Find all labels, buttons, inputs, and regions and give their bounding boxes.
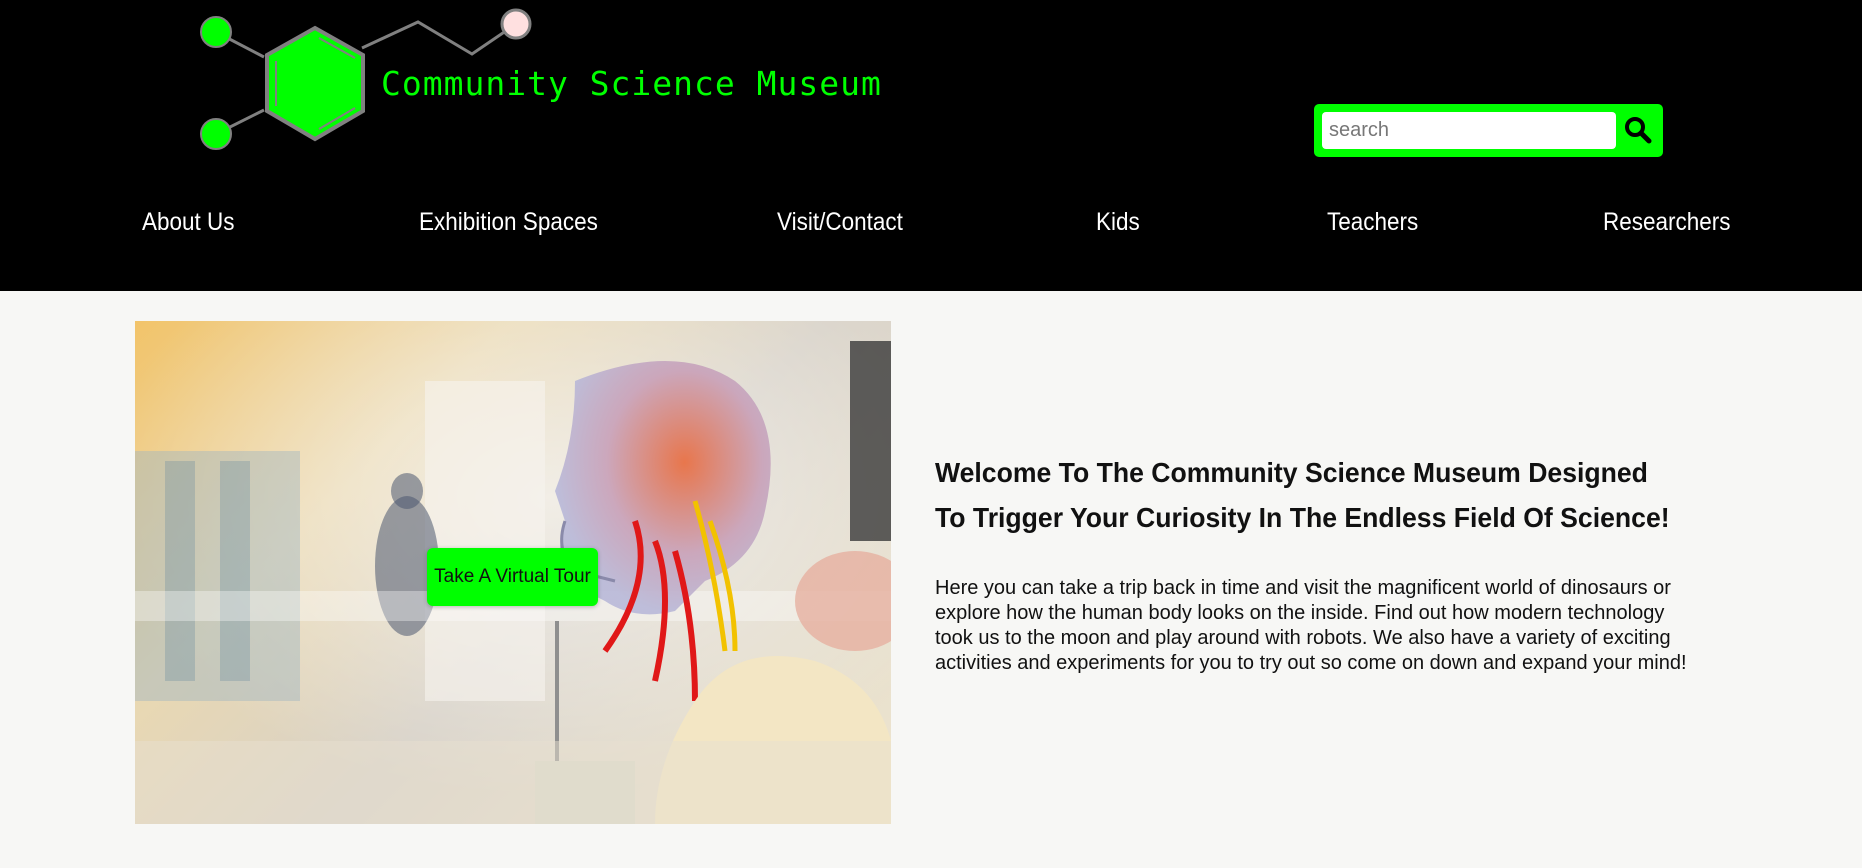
intro-text: Here you can take a trip back in time an… xyxy=(935,577,1687,674)
nav-item-exhibition-spaces[interactable]: Exhibition Spaces xyxy=(419,208,598,237)
site-title: Community Science Museum xyxy=(381,64,882,103)
search-bar xyxy=(1314,104,1663,157)
search-input[interactable] xyxy=(1322,112,1616,149)
nav-item-teachers[interactable]: Teachers xyxy=(1327,208,1418,237)
search-icon xyxy=(1625,117,1652,144)
nav-item-visit-contact[interactable]: Visit/Contact xyxy=(777,208,903,237)
site-logo[interactable]: Community Science Museum xyxy=(190,0,950,160)
virtual-tour-button[interactable]: Take A Virtual Tour xyxy=(427,548,598,606)
main-nav: About Us Exhibition Spaces Visit/Contact… xyxy=(0,196,1862,254)
nav-item-about-us[interactable]: About Us xyxy=(142,208,235,237)
nav-item-kids[interactable]: Kids xyxy=(1096,208,1140,237)
intro-section: Welcome To The Community Science Museum … xyxy=(935,450,1695,676)
nav-item-researchers[interactable]: Researchers xyxy=(1603,208,1731,237)
site-header: Community Science Museum About Us Exhibi… xyxy=(0,0,1862,291)
search-button[interactable] xyxy=(1618,110,1658,150)
intro-heading: Welcome To The Community Science Museum … xyxy=(935,457,1670,533)
